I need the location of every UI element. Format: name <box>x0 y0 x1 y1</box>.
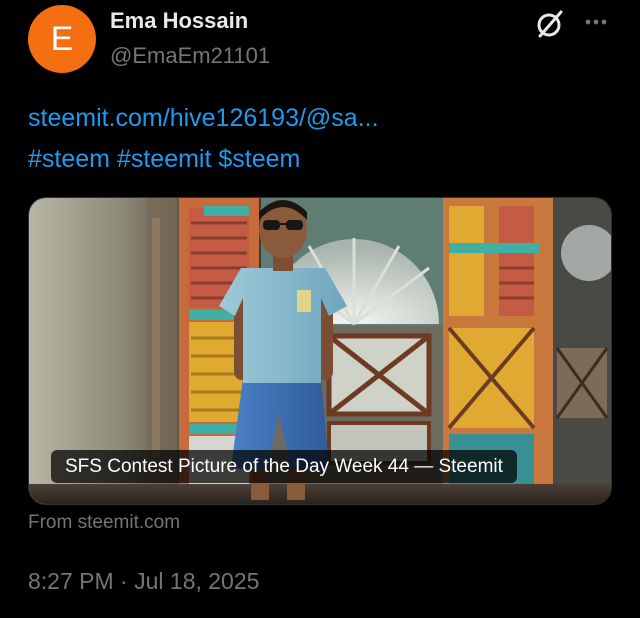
tweet-link[interactable]: steemit.com/hive126193/@sa... <box>28 104 379 132</box>
timestamp-separator: · <box>120 568 128 594</box>
hashtag-steemit[interactable]: #steemit <box>117 145 211 173</box>
link-card[interactable]: SFS Contest Picture of the Day Week 44 —… <box>28 197 612 505</box>
timestamp-date[interactable]: Jul 18, 2025 <box>134 568 259 594</box>
avatar[interactable]: E <box>28 5 96 73</box>
timestamp-time[interactable]: 8:27 PM <box>28 568 114 594</box>
timestamp: 8:27 PM · Jul 18, 2025 <box>28 568 259 595</box>
hashtag-steem[interactable]: #steem <box>28 145 110 173</box>
display-name[interactable]: Ema Hossain <box>110 8 248 34</box>
tweet-text: steemit.com/hive126193/@sa... #steem #st… <box>28 98 618 180</box>
cashtag-steem[interactable]: $steem <box>218 145 300 173</box>
user-handle[interactable]: @EmaEm21101 <box>110 43 270 69</box>
more-icon[interactable] <box>580 8 612 36</box>
card-caption: SFS Contest Picture of the Day Week 44 —… <box>51 450 517 483</box>
card-source[interactable]: From steemit.com <box>28 512 180 534</box>
grok-icon[interactable] <box>534 8 566 40</box>
